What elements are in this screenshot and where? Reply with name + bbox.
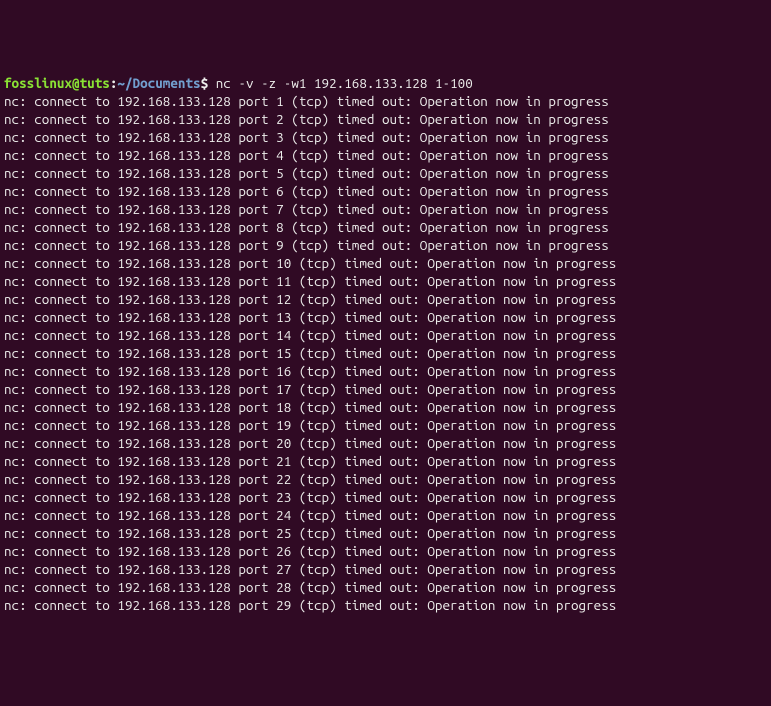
output-line: nc: connect to 192.168.133.128 port 17 (… bbox=[4, 381, 616, 397]
output-line: nc: connect to 192.168.133.128 port 22 (… bbox=[4, 471, 616, 487]
output-line: nc: connect to 192.168.133.128 port 11 (… bbox=[4, 273, 616, 289]
output-line: nc: connect to 192.168.133.128 port 24 (… bbox=[4, 507, 616, 523]
output-line: nc: connect to 192.168.133.128 port 3 (t… bbox=[4, 129, 609, 145]
output-line: nc: connect to 192.168.133.128 port 16 (… bbox=[4, 363, 616, 379]
prompt-user: fosslinux bbox=[4, 75, 72, 91]
output-line: nc: connect to 192.168.133.128 port 15 (… bbox=[4, 345, 616, 361]
output-line: nc: connect to 192.168.133.128 port 18 (… bbox=[4, 399, 616, 415]
prompt-line: fosslinux@tuts:~/Documents$ nc -v -z -w1… bbox=[4, 75, 473, 91]
prompt-at: @ bbox=[72, 75, 80, 91]
output-line: nc: connect to 192.168.133.128 port 13 (… bbox=[4, 309, 616, 325]
output-line: nc: connect to 192.168.133.128 port 14 (… bbox=[4, 327, 616, 343]
command-text: nc -v -z -w1 192.168.133.128 1-100 bbox=[216, 75, 473, 91]
prompt-path: ~/Documents bbox=[117, 75, 200, 91]
output-line: nc: connect to 192.168.133.128 port 1 (t… bbox=[4, 93, 609, 109]
output-line: nc: connect to 192.168.133.128 port 28 (… bbox=[4, 579, 616, 595]
output-line: nc: connect to 192.168.133.128 port 26 (… bbox=[4, 543, 616, 559]
output-line: nc: connect to 192.168.133.128 port 23 (… bbox=[4, 489, 616, 505]
output-line: nc: connect to 192.168.133.128 port 19 (… bbox=[4, 417, 616, 433]
output-line: nc: connect to 192.168.133.128 port 2 (t… bbox=[4, 111, 609, 127]
output-line: nc: connect to 192.168.133.128 port 9 (t… bbox=[4, 237, 609, 253]
output-line: nc: connect to 192.168.133.128 port 27 (… bbox=[4, 561, 616, 577]
terminal-window[interactable]: fosslinux@tuts:~/Documents$ nc -v -z -w1… bbox=[4, 74, 767, 614]
output-line: nc: connect to 192.168.133.128 port 6 (t… bbox=[4, 183, 609, 199]
output-line: nc: connect to 192.168.133.128 port 8 (t… bbox=[4, 219, 609, 235]
output-line: nc: connect to 192.168.133.128 port 29 (… bbox=[4, 597, 616, 613]
output-line: nc: connect to 192.168.133.128 port 4 (t… bbox=[4, 147, 609, 163]
output-line: nc: connect to 192.168.133.128 port 12 (… bbox=[4, 291, 616, 307]
output-line: nc: connect to 192.168.133.128 port 25 (… bbox=[4, 525, 616, 541]
output-line: nc: connect to 192.168.133.128 port 10 (… bbox=[4, 255, 616, 271]
prompt-host: tuts bbox=[80, 75, 110, 91]
prompt-dollar: $ bbox=[201, 75, 216, 91]
output-line: nc: connect to 192.168.133.128 port 20 (… bbox=[4, 435, 616, 451]
output-line: nc: connect to 192.168.133.128 port 5 (t… bbox=[4, 165, 609, 181]
output-line: nc: connect to 192.168.133.128 port 7 (t… bbox=[4, 201, 609, 217]
output-line: nc: connect to 192.168.133.128 port 21 (… bbox=[4, 453, 616, 469]
